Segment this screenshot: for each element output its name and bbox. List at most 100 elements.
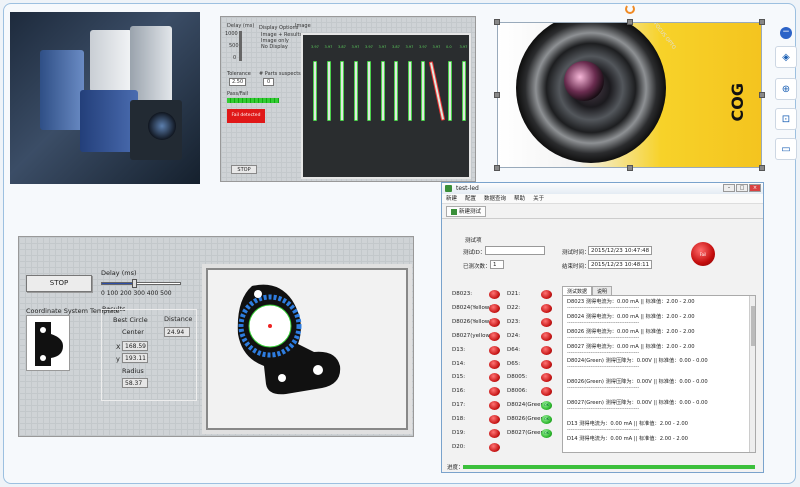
stop-button[interactable]: STOP xyxy=(231,165,257,174)
template-image xyxy=(26,315,70,371)
delay-ticks: 0 100 200 300 400 500 xyxy=(101,290,172,297)
rotate-handle-icon[interactable] xyxy=(625,4,635,14)
pin-measure-label: 3.97 xyxy=(405,45,414,49)
led-label: D18: xyxy=(452,416,466,423)
inspected-pin xyxy=(313,61,317,121)
menu-new[interactable]: 新建 xyxy=(446,194,457,203)
log-separator: ---------------------------------------- xyxy=(567,406,640,412)
pin-measure-label: 3.97 xyxy=(432,45,441,49)
led-label: D17: xyxy=(452,402,466,409)
start-time-label: 测试时间： xyxy=(562,250,590,256)
resize-handle-se[interactable] xyxy=(759,165,765,171)
menu-help[interactable]: 帮助 xyxy=(514,194,525,203)
tolerance-value[interactable]: 2.50 xyxy=(229,78,247,86)
scroll-thumb[interactable] xyxy=(751,306,755,346)
lens-text: FOCUS OPTO xyxy=(651,23,677,51)
resize-handle-nw[interactable] xyxy=(494,19,500,25)
delay-label: Delay (ms) xyxy=(227,23,255,29)
led-label: D8027(yellow): xyxy=(452,332,494,339)
led-indicator xyxy=(489,303,500,313)
resize-handle-s[interactable] xyxy=(627,165,633,171)
resize-handle-e[interactable] xyxy=(759,92,765,98)
center-label: Center xyxy=(122,328,144,336)
inspected-pin xyxy=(407,61,412,121)
labview-circle-panel: STOP Delay (ms) 0 100 200 300 400 500 Co… xyxy=(18,236,414,437)
led-indicator: OK xyxy=(541,429,552,438)
log-line: D8026(Green) 测得压降为：0.00V || 标准值：0.00 - 0… xyxy=(567,379,708,385)
led-label: D8005: xyxy=(507,374,528,381)
led-label: D65: xyxy=(507,360,521,367)
inspected-pin xyxy=(380,61,385,121)
progress-bar xyxy=(463,465,755,469)
resize-handle-w[interactable] xyxy=(494,92,500,98)
log-line: D8026 测得电流为：0.00 mA || 标准值：2.00 - 2.00 xyxy=(567,329,695,335)
passfail-label: Pass/Fail xyxy=(227,91,249,97)
log-line: D8023 测得电流为：0.00 mA || 标准值：2.00 - 2.00 xyxy=(567,299,695,305)
test-log-panel[interactable]: D8023 测得电流为：0.00 mA || 标准值：2.00 - 2.00 --… xyxy=(562,295,756,453)
pin-measure-label: 3.97 xyxy=(419,45,427,49)
maximize-icon[interactable]: □ xyxy=(736,184,748,192)
crop-icon[interactable]: ⊡ xyxy=(775,108,797,130)
delay-tick: 1000 xyxy=(225,31,238,37)
menu-query[interactable]: 数据查询 xyxy=(484,194,506,203)
bracket-icon xyxy=(35,322,63,366)
comment-icon[interactable]: ▭ xyxy=(775,138,797,160)
led-indicator xyxy=(541,290,552,299)
pin-measure-label: 3.97 xyxy=(351,45,360,49)
new-test-label: 新建测试 xyxy=(459,209,482,215)
distance-label: Distance xyxy=(164,315,193,323)
delay-slider[interactable] xyxy=(239,31,242,61)
fail-indicator: Fail detected xyxy=(227,109,265,123)
led-label: D22: xyxy=(507,304,521,311)
minus-circle-icon[interactable]: − xyxy=(775,22,797,44)
best-circle-label: Best Circle xyxy=(113,316,148,324)
log-line: D8027 测得电流为：0.00 mA || 标准值：2.00 - 2.00 xyxy=(567,344,695,350)
count-label: 已测次数： xyxy=(463,264,491,270)
inspection-image: 3.97 3.97 3.87 3.97 3.97 3.97 3.87 3.97 3.97 3.97… xyxy=(301,33,471,179)
y-label: y xyxy=(116,355,120,363)
slider-thumb[interactable] xyxy=(132,279,137,288)
window-titlebar[interactable]: test-led – □ × xyxy=(442,183,763,194)
x-label: X xyxy=(116,343,121,351)
status-bar: 进度： xyxy=(441,462,764,473)
led-label: D14: xyxy=(452,360,466,367)
led-indicator xyxy=(489,290,500,299)
inspected-pin xyxy=(353,61,358,121)
resize-handle-ne[interactable] xyxy=(759,19,765,25)
camera-body-2 xyxy=(90,30,132,92)
resize-handle-n[interactable] xyxy=(627,19,633,25)
resize-handle-sw[interactable] xyxy=(494,165,500,171)
labview-inspection-panel: Delay (ms) 1000 500 0 Display Options Im… xyxy=(220,16,476,182)
led-label: D64: xyxy=(507,346,521,353)
led-indicator xyxy=(541,331,552,341)
pin-measure-label: 3.97 xyxy=(324,45,333,49)
stop-button[interactable]: STOP xyxy=(26,275,92,292)
menu-about[interactable]: 关于 xyxy=(533,194,544,203)
close-icon[interactable]: × xyxy=(749,184,761,192)
led-label: D16: xyxy=(452,388,466,395)
led-indicator xyxy=(489,442,500,452)
end-time-label: 结束时间： xyxy=(562,264,590,270)
led-label: D8026(Yellow): xyxy=(452,318,494,325)
led-indicator xyxy=(541,359,552,369)
distance-value: 24.94 xyxy=(164,327,190,337)
radius-value: 58.37 xyxy=(122,378,148,388)
display-option[interactable]: No Display xyxy=(261,44,288,50)
log-line: D8024(Green) 测得压降为：0.00V || 标准值：0.00 - 0… xyxy=(567,358,708,364)
layers-icon[interactable]: ◈ xyxy=(775,46,797,68)
pin-measure-label: 3.87 xyxy=(338,45,346,49)
smart-camera-photo[interactable] xyxy=(10,12,200,184)
zoom-icon[interactable]: ⊕ xyxy=(775,78,797,100)
led-indicator xyxy=(489,429,500,438)
led-indicator xyxy=(541,317,552,327)
minimize-icon[interactable]: – xyxy=(723,184,735,192)
test-id-input[interactable] xyxy=(485,246,545,255)
log-separator: ---------------------------------------- xyxy=(567,305,640,311)
led-indicator xyxy=(489,331,500,341)
selected-lens-image[interactable]: COG FOCUS OPTO xyxy=(497,22,762,168)
new-test-button[interactable]: 新建测试 xyxy=(446,206,487,217)
log-line: D8027(Green) 测得压降为：0.00V || 标准值：0.00 - 0… xyxy=(567,400,708,406)
delay-slider[interactable] xyxy=(101,279,181,288)
menu-config[interactable]: 配置 xyxy=(465,194,476,203)
log-scrollbar[interactable] xyxy=(749,296,755,452)
